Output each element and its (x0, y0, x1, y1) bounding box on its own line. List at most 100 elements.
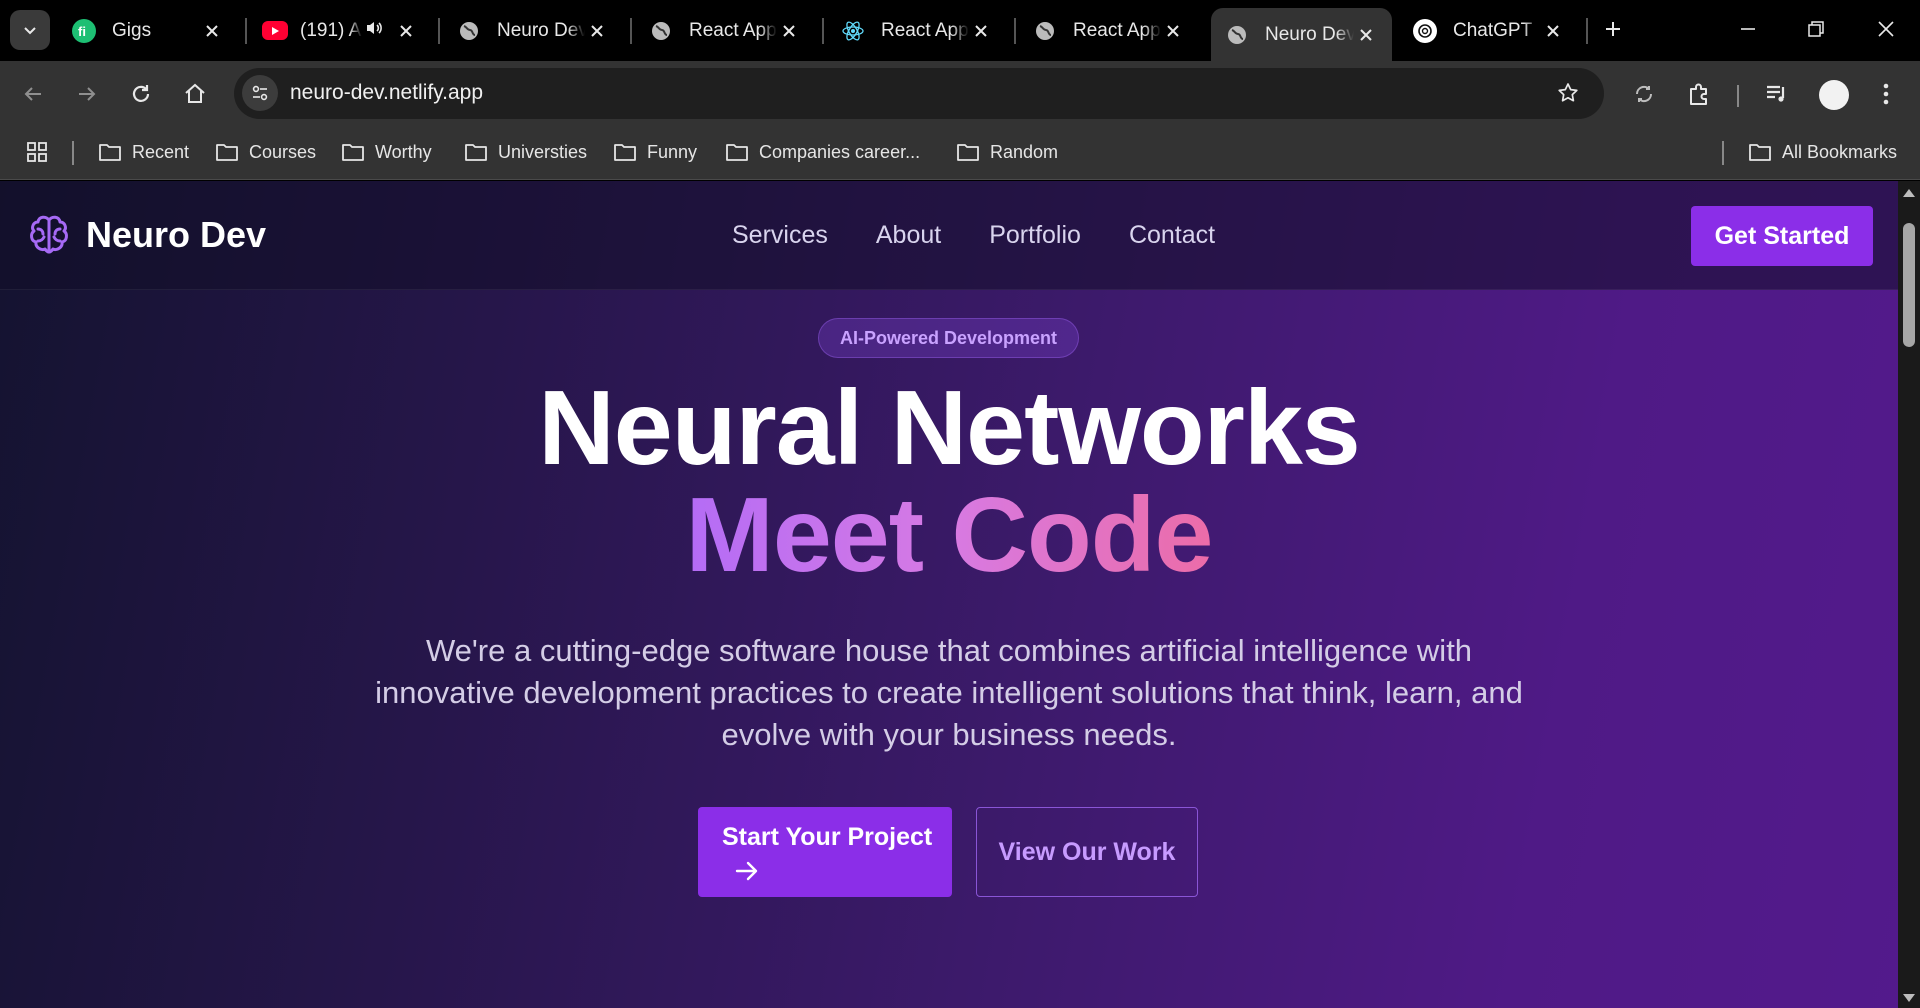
address-bar[interactable]: neuro-dev.netlify.app (234, 68, 1604, 119)
profile-avatar[interactable] (1819, 80, 1849, 110)
nav-link-about[interactable]: About (876, 221, 941, 250)
extensions-button[interactable] (1682, 77, 1716, 111)
react-icon (841, 19, 865, 43)
close-icon[interactable] (1354, 23, 1378, 47)
chatgpt-icon (1413, 18, 1437, 43)
reload-button[interactable] (124, 77, 158, 111)
tab-neuro-dev[interactable]: Neuro Dev (443, 8, 623, 53)
tab-title: Neuro Dev (1265, 23, 1354, 45)
close-icon[interactable] (585, 19, 609, 43)
arrow-right-icon (735, 861, 758, 881)
tab-react-app[interactable]: React App (827, 8, 1007, 53)
plus-icon (1606, 22, 1620, 36)
bookmark-star-button[interactable] (1554, 79, 1582, 107)
main-nav: Services About Portfolio Contact (732, 221, 1263, 250)
view-work-button[interactable]: View Our Work (976, 807, 1198, 897)
scroll-thumb[interactable] (1903, 223, 1915, 347)
tab-title: React App (1073, 19, 1161, 41)
globe-icon (1225, 23, 1249, 47)
youtube-icon (262, 21, 288, 40)
folder-icon (465, 144, 487, 161)
restore-button[interactable] (1801, 14, 1831, 44)
forward-button[interactable] (70, 77, 104, 111)
bookmark-folder-courses[interactable]: Courses (215, 139, 316, 165)
bookmark-folder-funny[interactable]: Funny (613, 139, 697, 165)
close-icon[interactable] (1161, 19, 1185, 43)
bookmarks-divider (1722, 141, 1724, 165)
folder-icon (216, 144, 238, 161)
close-icon[interactable] (1541, 19, 1565, 43)
tab-divider (630, 18, 632, 44)
speaker-icon[interactable] (364, 18, 384, 44)
tab-react-app[interactable]: React App (635, 8, 815, 53)
tab-gigs[interactable]: fi Gigs (58, 8, 238, 53)
fiverr-icon: fi (72, 18, 96, 43)
chevron-down-icon (24, 27, 36, 35)
bookmark-label: Worthy (375, 141, 432, 162)
page-viewport: Neuro Dev Services About Portfolio Conta… (0, 181, 1920, 1008)
apps-button[interactable] (26, 139, 58, 165)
brand-logo[interactable]: Neuro Dev (26, 212, 266, 258)
kebab-menu-icon (1883, 83, 1889, 105)
tab-search-button[interactable] (10, 10, 50, 50)
bookmark-folder-companies[interactable]: Companies career... (725, 139, 920, 165)
folder-icon (957, 144, 979, 161)
nav-link-services[interactable]: Services (732, 221, 828, 250)
bookmarks-divider (72, 141, 74, 165)
all-bookmarks-button[interactable]: All Bookmarks (1748, 139, 1897, 165)
home-icon (185, 83, 205, 103)
minimize-button[interactable] (1733, 14, 1763, 44)
close-icon[interactable] (200, 19, 224, 43)
media-control-button[interactable] (1760, 77, 1794, 111)
scroll-up-arrow[interactable] (1903, 189, 1915, 197)
new-tab-button[interactable] (1598, 14, 1628, 44)
extension-sync-button[interactable] (1627, 77, 1661, 111)
url-text[interactable]: neuro-dev.netlify.app (290, 81, 483, 105)
tab-youtube[interactable]: (191) A (250, 8, 430, 53)
bookmark-folder-worthy[interactable]: Worthy (341, 139, 432, 165)
apps-grid-icon (27, 142, 47, 162)
get-started-button[interactable]: Get Started (1691, 206, 1873, 266)
site-header: Neuro Dev Services About Portfolio Conta… (0, 181, 1898, 290)
nav-link-portfolio[interactable]: Portfolio (989, 221, 1081, 250)
nav-link-contact[interactable]: Contact (1129, 221, 1215, 250)
back-button[interactable] (16, 77, 50, 111)
minimize-icon (1741, 28, 1755, 30)
tab-react-app[interactable]: React App (1019, 8, 1199, 53)
bookmark-label: Funny (647, 141, 698, 162)
close-window-button[interactable] (1871, 14, 1901, 44)
scroll-down-arrow[interactable] (1903, 994, 1915, 1002)
toolbar-divider (1737, 85, 1739, 107)
globe-icon (1033, 19, 1057, 43)
bookmark-folder-universties[interactable]: Universties (464, 139, 587, 165)
tune-icon (252, 85, 268, 101)
tab-neuro-dev-active[interactable]: Neuro Dev (1211, 8, 1392, 61)
hero-headline: Neural Networks (538, 369, 1361, 487)
start-project-button[interactable]: Start Your Project (698, 807, 952, 897)
tab-title: React App (881, 19, 969, 41)
all-bookmarks-label: All Bookmarks (1782, 141, 1898, 162)
home-button[interactable] (178, 77, 212, 111)
bookmark-folder-recent[interactable]: Recent (98, 139, 189, 165)
close-icon[interactable] (969, 19, 993, 43)
browser-menu-button[interactable] (1869, 77, 1903, 111)
page-scrollbar[interactable] (1898, 181, 1920, 1008)
tab-divider (245, 18, 247, 44)
folder-icon (1749, 144, 1771, 161)
puzzle-icon (1690, 83, 1707, 105)
site-info-button[interactable] (242, 75, 278, 111)
hero-headline-gradient: Meet Code (0, 482, 1898, 588)
tab-strip: fi Gigs (191) A Neuro Dev React App Reac… (0, 0, 1920, 61)
bookmark-label: Courses (249, 141, 317, 162)
globe-icon (457, 19, 481, 43)
sync-icon (1635, 85, 1653, 103)
close-icon[interactable] (396, 19, 416, 43)
star-icon (1558, 83, 1578, 102)
tab-title: React App (689, 19, 777, 41)
tab-chatgpt[interactable]: ChatGPT (1399, 8, 1579, 53)
tab-title: Neuro Dev (497, 19, 585, 41)
tab-divider (822, 18, 824, 44)
close-icon[interactable] (777, 19, 801, 43)
folder-icon (99, 144, 121, 161)
bookmark-folder-random[interactable]: Random (956, 139, 1058, 165)
